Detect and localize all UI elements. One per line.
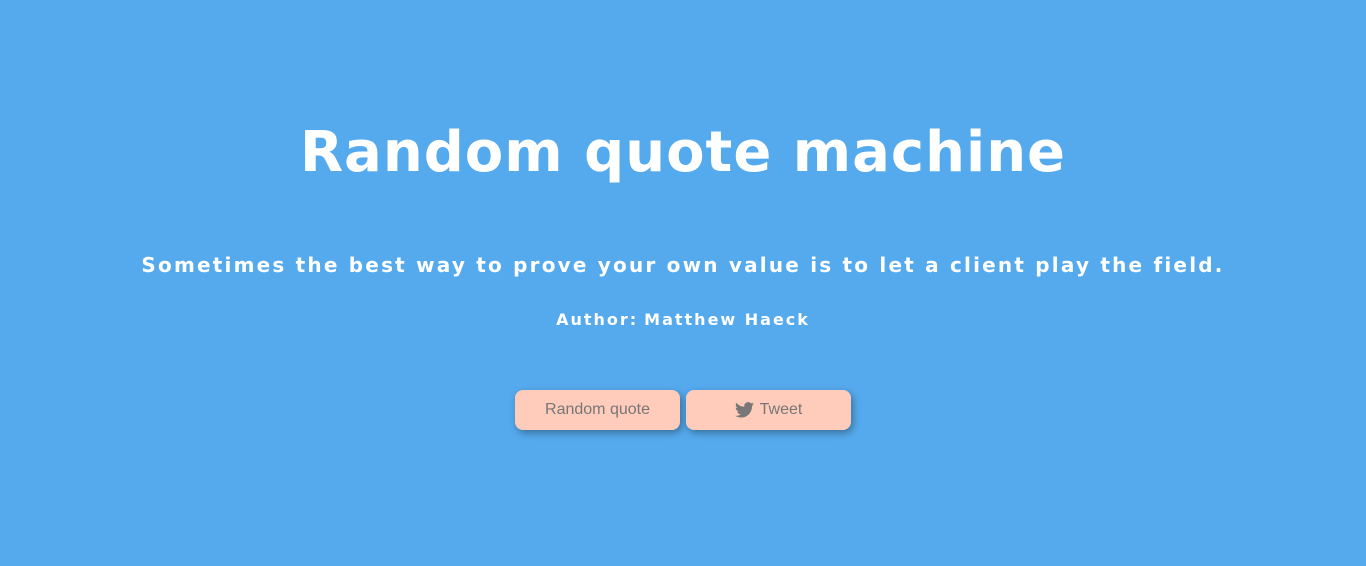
random-quote-label: Random quote xyxy=(545,401,650,418)
random-quote-button[interactable]: Random quote xyxy=(515,390,680,430)
author-name: Matthew Haeck xyxy=(644,310,810,329)
action-buttons: Random quote Tweet xyxy=(515,390,855,430)
quote-text: Sometimes the best way to prove your own… xyxy=(141,253,1225,277)
author-label: Author: xyxy=(556,310,639,329)
twitter-icon xyxy=(734,402,754,418)
quote-author: Author: Matthew Haeck xyxy=(0,308,1366,332)
tweet-label: Tweet xyxy=(759,401,803,418)
quote-machine-page: Random quote machine Sometimes the best … xyxy=(0,0,1366,566)
tweet-button[interactable]: Tweet xyxy=(686,390,851,430)
page-title: Random quote machine xyxy=(299,120,1067,185)
